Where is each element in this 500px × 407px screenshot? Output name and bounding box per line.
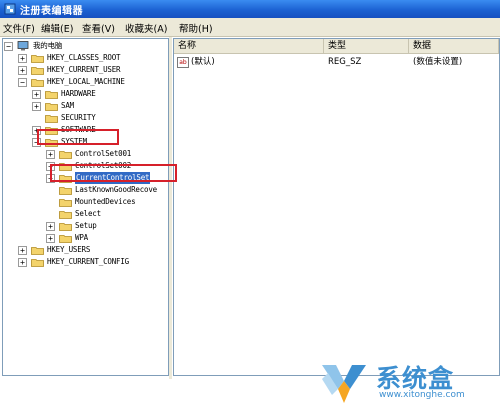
column-header-type[interactable]: 类型 (324, 39, 409, 54)
tree-node-label: MountedDevices (75, 197, 136, 206)
tree-node-label: HKEY_CLASSES_ROOT (47, 53, 121, 62)
tree-node-hardware[interactable]: + HARDWARE (3, 88, 168, 100)
menu-bar: 文件(F) 编辑(E) 查看(V) 收藏夹(A) 帮助(H) (0, 18, 500, 37)
computer-icon (17, 41, 29, 51)
value-data: (数值未设置) (413, 57, 463, 67)
value-name[interactable]: (默认) (191, 56, 215, 68)
expand-icon[interactable]: + (18, 258, 27, 267)
collapse-icon[interactable]: − (4, 42, 13, 51)
folder-icon (59, 211, 72, 219)
registry-tree[interactable]: − 我的电脑 + HKEY_CLASSES_ROOT + HKEY_CURRENT_USE… (2, 38, 169, 376)
tree-node-label: LastKnownGoodRecove (75, 185, 157, 194)
tree-node-label: SECURITY (61, 113, 96, 122)
title-bar: 注册表编辑器 (0, 0, 500, 18)
expand-icon[interactable]: + (46, 150, 55, 159)
expander-glyph: + (20, 246, 25, 255)
tree-node-mounteddevices[interactable]: MountedDevices (3, 196, 168, 208)
expander-glyph: − (6, 42, 11, 51)
expander-glyph: + (48, 234, 53, 243)
folder-icon (59, 151, 72, 159)
folder-icon (45, 91, 58, 99)
pane-splitter[interactable] (169, 37, 172, 379)
tree-node-label: WPA (75, 233, 88, 242)
tree-node-sam[interactable]: + SAM (3, 100, 168, 112)
folder-icon (31, 79, 44, 87)
folder-icon (31, 67, 44, 75)
expander-glyph: + (34, 90, 39, 99)
menu-file[interactable]: 文件(F) (3, 21, 35, 35)
window-title: 注册表编辑器 (20, 6, 83, 17)
expand-icon[interactable]: + (18, 246, 27, 255)
column-header-data[interactable]: 数据 (409, 39, 499, 54)
expand-icon[interactable]: + (18, 66, 27, 75)
menu-favorites[interactable]: 收藏夹(A) (125, 21, 167, 35)
folder-icon (31, 55, 44, 63)
registry-editor-icon (4, 3, 16, 15)
menu-view[interactable]: 查看(V) (82, 21, 115, 35)
folder-icon (59, 235, 72, 243)
tree-node-label: HKEY_CURRENT_USER (47, 65, 121, 74)
tree-node-setup[interactable]: + Setup (3, 220, 168, 232)
folder-icon (45, 115, 58, 123)
expander-glyph: + (20, 66, 25, 75)
tree-node-label: Setup (75, 221, 97, 230)
tree-node-label: 我的电脑 (33, 41, 63, 50)
tree-node-security[interactable]: SECURITY (3, 112, 168, 124)
folder-icon (31, 247, 44, 255)
tree-node-hkey-current-user[interactable]: + HKEY_CURRENT_USER (3, 64, 168, 76)
tree-node-label: ControlSet001 (75, 149, 132, 158)
collapse-icon[interactable]: − (18, 78, 27, 87)
menu-edit[interactable]: 编辑(E) (41, 21, 73, 35)
tree-node-wpa[interactable]: + WPA (3, 232, 168, 244)
tree-node-label: Select (75, 209, 101, 218)
value-type: REG_SZ (328, 57, 362, 67)
folder-icon (59, 223, 72, 231)
expand-icon[interactable]: + (46, 234, 55, 243)
menu-help[interactable]: 帮助(H) (179, 21, 213, 35)
expander-glyph: + (48, 150, 53, 159)
tree-node-hkey-users[interactable]: + HKEY_USERS (3, 244, 168, 256)
expand-icon[interactable]: + (32, 90, 41, 99)
column-header-name[interactable]: 名称 (174, 39, 324, 54)
tree-node-lastknowngoodrecove[interactable]: LastKnownGoodRecove (3, 184, 168, 196)
expander-glyph: + (20, 54, 25, 63)
tree-node-label: HKEY_CURRENT_CONFIG (47, 257, 129, 266)
watermark-logo (322, 365, 366, 403)
string-value-icon: ab (177, 57, 189, 68)
folder-icon (59, 199, 72, 207)
tree-node-controlset001[interactable]: + ControlSet001 (3, 148, 168, 160)
main-area: − 我的电脑 + HKEY_CLASSES_ROOT + HKEY_CURRENT_USE… (0, 37, 500, 403)
values-list[interactable]: 名称 类型 数据 ab (默认) REG_SZ (数值未设置) (173, 38, 500, 376)
expander-glyph: + (48, 222, 53, 231)
expander-glyph: + (34, 102, 39, 111)
tree-node-label: HKEY_USERS (47, 245, 91, 254)
tree-node-label: HARDWARE (61, 89, 96, 98)
folder-icon (31, 259, 44, 267)
expand-icon[interactable]: + (46, 222, 55, 231)
expand-icon[interactable]: + (32, 102, 41, 111)
tree-node-hkey-current-config[interactable]: + HKEY_CURRENT_CONFIG (3, 256, 168, 268)
expander-glyph: + (20, 258, 25, 267)
expander-glyph: − (20, 78, 25, 87)
tree-node-select[interactable]: Select (3, 208, 168, 220)
tree-node-label: SAM (61, 101, 74, 110)
tree-node-hkey-local-machine[interactable]: − HKEY_LOCAL_MACHINE (3, 76, 168, 88)
highlight-box-currentcontrolset (50, 164, 177, 182)
watermark-url: www.xitonghe.com (379, 390, 465, 400)
tree-node-my-computer[interactable]: − 我的电脑 (3, 40, 168, 52)
tree-node-hkey-classes-root[interactable]: + HKEY_CLASSES_ROOT (3, 52, 168, 64)
folder-icon (59, 187, 72, 195)
tree-node-label: HKEY_LOCAL_MACHINE (47, 77, 125, 86)
highlight-box-system (37, 129, 119, 145)
folder-icon (45, 103, 58, 111)
expand-icon[interactable]: + (18, 54, 27, 63)
